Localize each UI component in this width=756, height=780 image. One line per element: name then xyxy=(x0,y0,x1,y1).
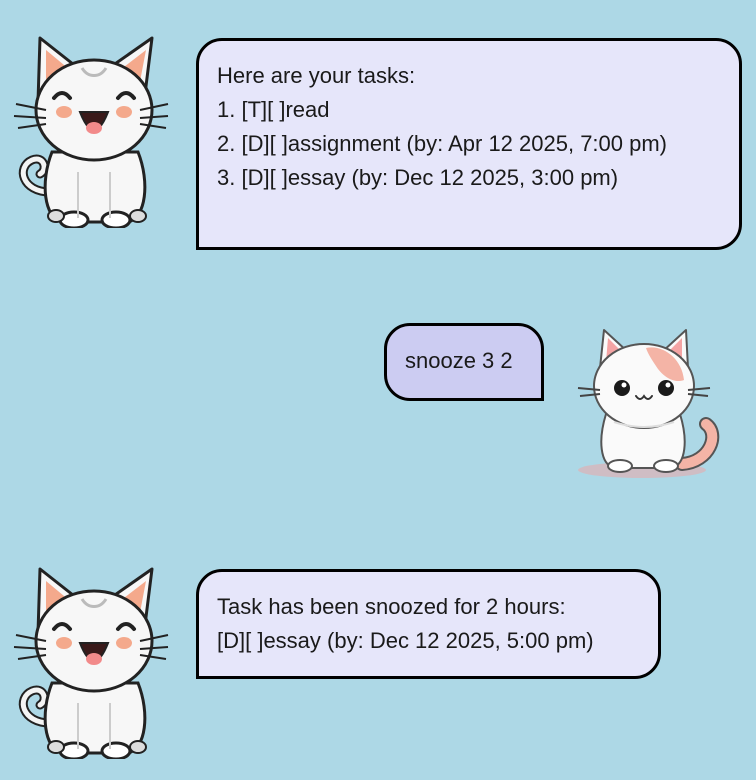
laughing-cat-icon xyxy=(13,36,169,230)
bot-avatar xyxy=(12,563,170,761)
message-line: Here are your tasks: xyxy=(217,63,416,88)
calico-cat-icon xyxy=(577,329,720,478)
message-line: Task has been snoozed for 2 hours: xyxy=(217,594,566,619)
bot-message-bubble: Task has been snoozed for 2 hours: [D][ … xyxy=(196,569,661,679)
user-avatar xyxy=(570,324,720,480)
message-line: 2. [D][ ]assignment (by: Apr 12 2025, 7:… xyxy=(217,131,668,156)
message-line: 1. [T][ ]read xyxy=(217,97,330,122)
user-message-bubble: snooze 3 2 xyxy=(384,323,544,401)
bot-message-bubble: Here are your tasks: 1. [T][ ]read 2. [D… xyxy=(196,38,742,250)
message-line: [D][ ]essay (by: Dec 12 2025, 5:00 pm) xyxy=(217,628,594,653)
bot-avatar xyxy=(12,32,170,230)
message-line: snooze 3 2 xyxy=(405,348,513,373)
laughing-cat-icon xyxy=(13,567,169,761)
message-line: 3. [D][ ]essay (by: Dec 12 2025, 3:00 pm… xyxy=(217,165,619,190)
